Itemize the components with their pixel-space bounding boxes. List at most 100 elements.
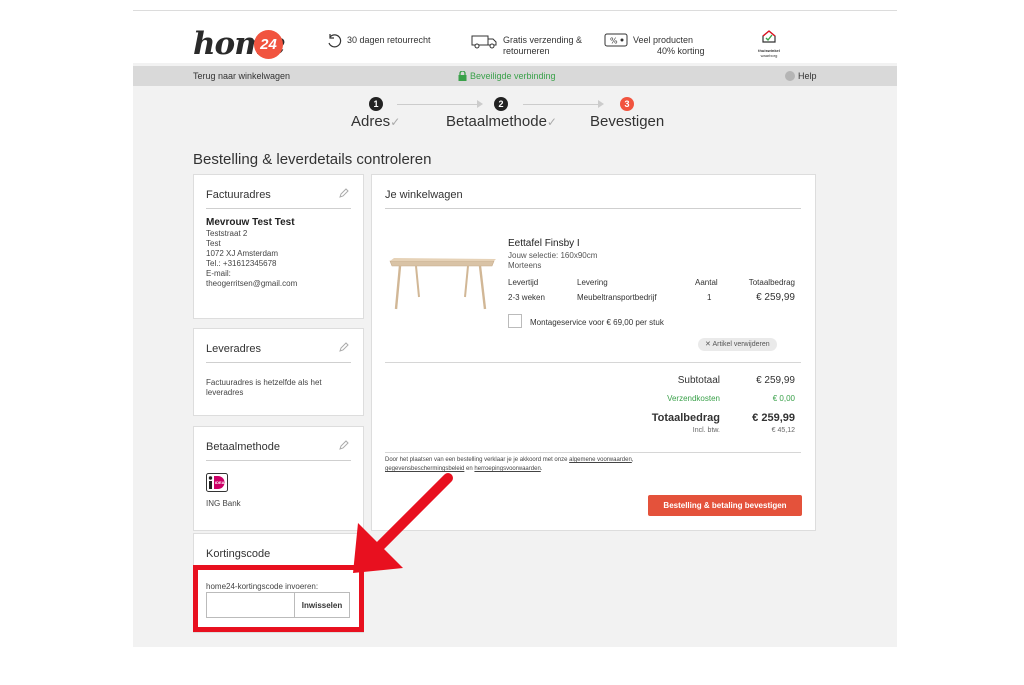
checkout-page: home 24 30 dagen retourrecht Gratis verz… [133, 10, 897, 647]
cart-title: Je winkelwagen [385, 189, 463, 201]
product-image[interactable] [386, 237, 498, 325]
lock-icon [458, 71, 467, 81]
checkout-bar: Terug naar winkelwagen Beveiligde verbin… [133, 66, 897, 86]
step-bevestigen: Bevestigen [590, 113, 664, 130]
help-link[interactable]: Help [785, 66, 817, 86]
remove-item-label: Artikel verwijderen [712, 341, 770, 348]
usp-discount: % Veel producten 40% korting [604, 33, 705, 57]
close-icon: ✕ [705, 341, 711, 348]
usp-returns-text: 30 dagen retourrecht [347, 35, 431, 45]
step-arrow-icon [598, 100, 604, 108]
invoice-line: Tel.: +31612345678 [206, 259, 277, 268]
edit-pencil-icon[interactable] [339, 440, 349, 450]
step-betaalmethode-check-icon: ✓ [546, 115, 557, 129]
total-value: € 259,99 [752, 412, 795, 424]
invoice-address-title: Factuuradres [206, 189, 271, 201]
delivery-truck-icon [471, 35, 497, 49]
usp-shipping: Gratis verzending & retourneren [471, 35, 582, 57]
product-name[interactable]: Eettafel Finsby I [508, 238, 580, 249]
quantity-value: 1 [707, 293, 712, 302]
help-icon [785, 71, 795, 81]
line-total-value: € 259,99 [756, 292, 795, 303]
usp-shipping-line1: Gratis verzending & [503, 35, 583, 45]
site-header: home 24 30 dagen retourrecht Gratis verz… [133, 11, 897, 63]
usp-discount-line1: Veel producten [633, 35, 694, 45]
step-betaalmethode[interactable]: Betaalmethode✓ [446, 113, 557, 130]
step-betaalmethode-label: Betaalmethode [446, 113, 547, 130]
payment-method-card: Betaalmethode iDEAL ING Bank [193, 426, 364, 531]
column-header-levertijd: Levertijd [508, 278, 539, 287]
thuiswinkel-seal[interactable]: thuiswinkel waarborg [749, 30, 789, 58]
column-header-aantal: Aantal [695, 278, 718, 287]
shipping-cost-value: € 0,00 [772, 394, 795, 403]
ideal-logo-icon: iDEAL [206, 473, 228, 492]
delivery-address-title: Leveradres [206, 343, 262, 355]
invoice-line: Test [206, 239, 221, 248]
total-label: Totaalbedrag [651, 412, 720, 424]
coupon-highlight-box [193, 565, 364, 632]
invoice-line: theogerritsen@gmail.com [206, 279, 298, 288]
shipping-cost-label: Verzendkosten [667, 394, 720, 403]
assembly-service-label: Montageservice voor € 69,00 per stuk [530, 318, 664, 327]
step-adres[interactable]: Adres✓ [351, 113, 400, 130]
back-to-cart-link[interactable]: Terug naar winkelwagen [193, 66, 290, 86]
column-header-totaal: Totaalbedrag [748, 278, 795, 287]
step-arrow-icon [477, 100, 483, 108]
divider [206, 460, 351, 461]
usp-shipping-line2: retourneren [503, 46, 550, 56]
divider [385, 362, 801, 363]
seal-subtext: waarborg [760, 53, 778, 58]
red-arrow-annotation-icon [353, 473, 453, 573]
terms-link[interactable]: algemene voorwaarden [569, 457, 632, 463]
logo-badge: 24 [254, 30, 283, 59]
delivery-time-value: 2-3 weken [508, 293, 545, 302]
step-connector [397, 104, 477, 105]
product-details: Jouw selectie: 160x90cm Morteens [508, 251, 597, 271]
invoice-line: 1072 XJ Amsterdam [206, 249, 279, 258]
coupon-title: Kortingscode [206, 548, 271, 560]
column-header-levering: Levering [577, 278, 608, 287]
payment-method-name: ING Bank [206, 499, 241, 508]
legal-text: , [631, 457, 634, 463]
vat-value: € 45,12 [771, 427, 795, 434]
invoice-line: E-mail: [206, 269, 231, 278]
step-adres-label: Adres [351, 113, 391, 130]
help-text: Help [798, 71, 817, 81]
invoice-line: Teststraat 2 [206, 229, 248, 238]
legal-text: en [464, 466, 475, 472]
withdrawal-terms-link[interactable]: herroepingsvoorwaarden [474, 466, 540, 472]
invoice-address-card: Factuuradres Mevrouw Test Test Teststraa… [193, 174, 364, 319]
assembly-service-checkbox[interactable] [508, 314, 522, 328]
remove-item-button[interactable]: ✕ Artikel verwijderen [698, 338, 777, 351]
step-bevestigen-label: Bevestigen [590, 113, 665, 130]
subtotal-value: € 259,99 [756, 375, 795, 386]
payment-method-title: Betaalmethode [206, 441, 280, 453]
edit-pencil-icon[interactable] [339, 342, 349, 352]
step-1-number: 1 [369, 97, 383, 111]
page-title: Bestelling & leverdetails controleren [193, 151, 432, 168]
invoice-name: Mevrouw Test Test [206, 217, 295, 228]
legal-text: Door het plaatsen van een bestelling ver… [385, 457, 570, 463]
delivery-method-value: Meubeltransportbedrijf [577, 293, 657, 302]
divider [385, 208, 801, 209]
ideal-logo-text: iDEAL [215, 480, 228, 485]
vat-label: Incl. btw. [692, 427, 720, 434]
delivery-line: Factuuradres is hetzelfde als het [206, 378, 322, 387]
step-adres-check-icon: ✓ [390, 115, 401, 129]
delivery-line: leveradres [206, 388, 244, 397]
logo-badge-text: 24 [260, 36, 277, 53]
secure-connection-text: Beveiligde verbinding [470, 71, 556, 81]
seal-house-icon [762, 30, 776, 43]
product-material: Morteens [508, 261, 542, 270]
step-connector [523, 104, 598, 105]
invoice-address-body: Mevrouw Test Test Teststraat 2 Test 1072… [206, 217, 297, 289]
secure-connection: Beveiligde verbinding [458, 66, 556, 86]
return-arrow-icon [328, 34, 342, 48]
legal-text: . [540, 466, 543, 472]
checkout-steps: 1 Adres✓ 2 Betaalmethode✓ 3 Bevestigen [133, 97, 897, 137]
usp-discount-line2: 40% korting [657, 46, 705, 56]
edit-pencil-icon[interactable] [339, 188, 349, 198]
confirm-order-button[interactable]: Bestelling & betaling bevestigen [648, 495, 802, 516]
product-selection: Jouw selectie: 160x90cm [508, 251, 598, 260]
step-3-number: 3 [620, 97, 634, 111]
